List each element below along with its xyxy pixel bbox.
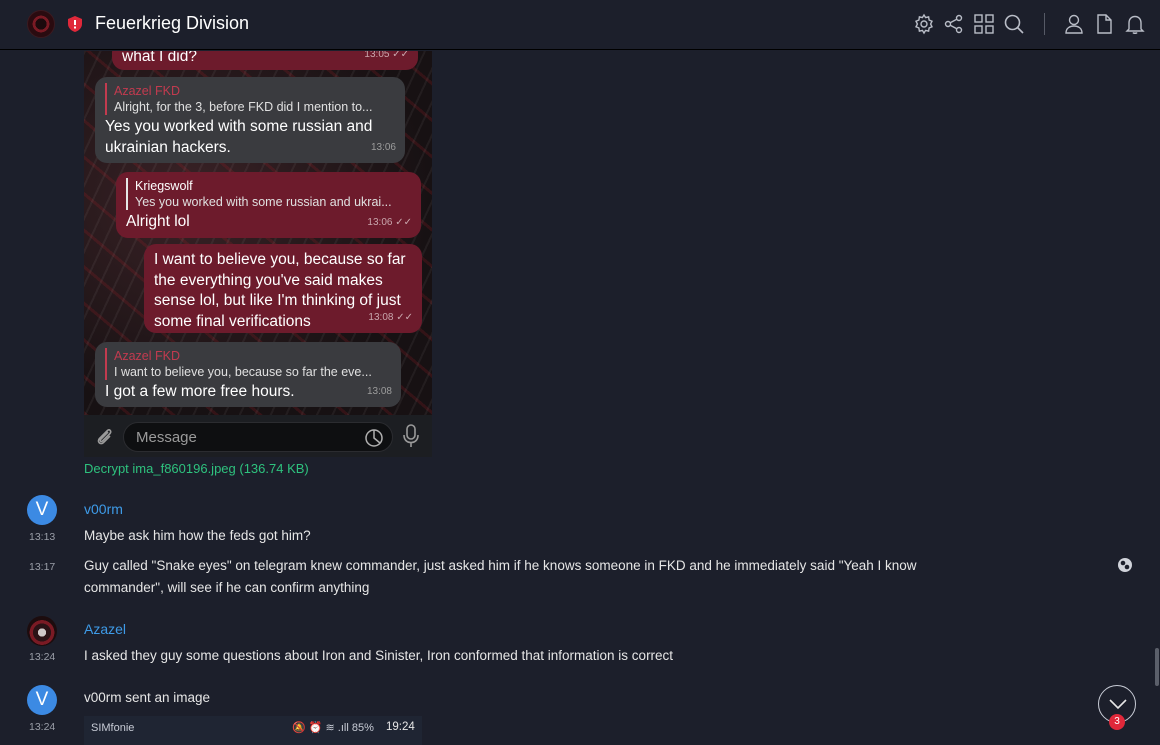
user-icon[interactable]	[1063, 13, 1085, 35]
header-divider	[1044, 13, 1045, 35]
seen-by-icon[interactable]	[1117, 557, 1133, 573]
screenshot-composer: Message	[84, 415, 432, 457]
message-text: Guy called "Snake eyes" on telegram knew…	[84, 558, 917, 595]
scrollbar[interactable]	[1155, 648, 1159, 686]
file-icon[interactable]	[1093, 13, 1115, 35]
bubble-time: 13:08	[366, 385, 392, 397]
bubble-text: Yes you worked with some russian and	[105, 118, 373, 135]
preview-status-icons: 🔕 ⏰ ≋ .ıll 85%	[292, 722, 374, 734]
preview-carrier: SIMfonie	[91, 722, 135, 734]
paperclip-icon	[97, 429, 112, 445]
bell-icon[interactable]	[1124, 13, 1146, 35]
message-time: 13:24	[29, 651, 56, 663]
bubble-time: 13:08 ✓✓	[368, 311, 413, 323]
screenshot-message-field: Message	[123, 422, 393, 452]
bubble-time: 13:05 ✓✓	[364, 51, 409, 60]
bubble-text: the everything you've said makes	[154, 271, 383, 289]
bubble-text: what I did?	[122, 51, 197, 65]
avatar[interactable]	[27, 616, 57, 646]
chat-header: Feuerkrieg Division	[0, 0, 1160, 50]
reply-quote: Kriegswolf Yes you worked with some russ…	[126, 178, 411, 210]
reply-quote: Azazel FKD Alright, for the 3, before FK…	[105, 83, 395, 115]
avatar[interactable]: V	[27, 495, 57, 525]
chat-title[interactable]: Feuerkrieg Division	[95, 13, 249, 34]
message-time: 13:13	[29, 531, 56, 543]
avatar[interactable]: V	[27, 685, 57, 715]
preview-clock: 19:24	[386, 721, 415, 733]
message-time: 13:17	[29, 561, 56, 573]
screenshot-bubble-4: I want to believe you, because so far th…	[144, 244, 422, 333]
image-preview[interactable]: SIMfonie 🔕 ⏰ ≋ .ıll 85% 19:24	[84, 716, 422, 745]
share-icon[interactable]	[943, 13, 965, 35]
group-avatar[interactable]	[27, 10, 55, 38]
message-list[interactable]: what I did? 13:05 ✓✓ Azazel FKD Alright,…	[0, 51, 1160, 745]
sender-name[interactable]: Azazel	[84, 621, 126, 637]
message-time: 13:24	[29, 721, 56, 733]
decrypt-attachment-link[interactable]: Decrypt ima_f860196.jpeg (136.74 KB)	[84, 461, 309, 476]
screenshot-bubble-3: Kriegswolf Yes you worked with some russ…	[116, 172, 421, 238]
bubble-time: 13:06	[370, 141, 396, 153]
reply-quote: Azazel FKD I want to believe you, becaus…	[105, 348, 391, 380]
grid-icon[interactable]	[973, 13, 995, 35]
microphone-icon	[403, 424, 419, 447]
bubble-time: 13:06 ✓✓	[367, 216, 412, 228]
chevron-down-icon	[1109, 699, 1127, 710]
screenshot-bubble-1: what I did? 13:05 ✓✓	[112, 51, 418, 70]
bubble-text: I want to believe you, because so far	[154, 251, 406, 268]
message-text: I asked they guy some questions about Ir…	[84, 648, 674, 663]
message-text: Maybe ask him how the feds got him?	[84, 528, 311, 543]
shield-icon	[68, 16, 82, 32]
message-text: v00rm sent an image	[84, 690, 211, 705]
bubble-text: I got a few more free hours.	[105, 383, 295, 400]
search-icon[interactable]	[1003, 13, 1025, 35]
bubble-text: ukrainian hackers.	[105, 138, 231, 156]
sticker-icon	[365, 429, 383, 447]
attached-screenshot[interactable]: what I did? 13:05 ✓✓ Azazel FKD Alright,…	[84, 51, 432, 415]
screenshot-bubble-5: Azazel FKD I want to believe you, becaus…	[95, 342, 401, 407]
unread-badge: 3	[1109, 714, 1125, 730]
screenshot-bubble-2: Azazel FKD Alright, for the 3, before FK…	[95, 77, 405, 163]
sender-name[interactable]: v00rm	[84, 501, 123, 517]
settings-icon[interactable]	[913, 13, 935, 35]
